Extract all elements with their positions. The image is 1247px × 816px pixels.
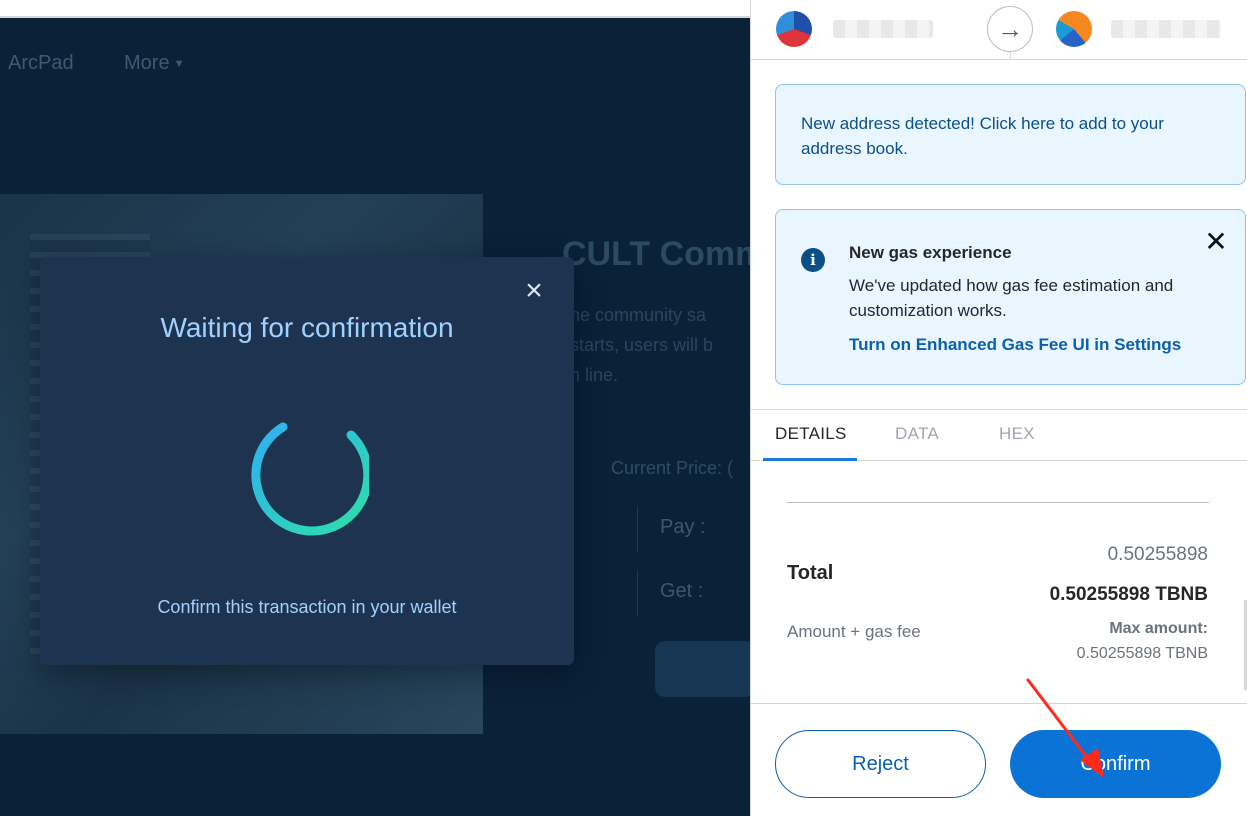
dapp-action-button[interactable]	[655, 641, 750, 697]
waiting-confirmation-modal: × Waiting for confirmation Confirm this …	[40, 257, 574, 665]
loading-spinner-icon	[251, 422, 369, 536]
wallet-footer: Reject Confirm	[751, 703, 1247, 816]
confirm-button[interactable]: Confirm	[1010, 730, 1221, 798]
amount-plus-gas-label: Amount + gas fee	[787, 622, 921, 641]
active-tab-indicator	[763, 458, 857, 461]
total-label: Total	[787, 562, 834, 584]
browser-tab-strip	[0, 0, 750, 18]
close-icon[interactable]: ✕	[1204, 228, 1228, 256]
modal-title: Waiting for confirmation	[160, 312, 454, 343]
reject-button[interactable]: Reject	[775, 730, 986, 798]
info-icon: i	[801, 248, 825, 272]
transaction-tabs: DETAILS DATA HEX	[751, 409, 1247, 461]
nav-link-label: ArcPad	[8, 52, 74, 74]
from-account-name	[833, 20, 933, 38]
project-description-line: n line.	[570, 365, 619, 385]
account-divider	[1010, 52, 1011, 60]
nav-link-more[interactable]: More ▼	[124, 52, 184, 75]
project-title: CULT Comm	[562, 235, 750, 273]
pay-input-row[interactable]: Pay :	[637, 506, 750, 552]
project-description-line: starts, users will b	[570, 335, 714, 355]
max-amount-value: 0.50255898 TBNB	[1076, 645, 1208, 662]
account-transfer-bar: →	[751, 0, 1247, 60]
gas-alert-title: New gas experience	[849, 243, 1012, 262]
total-secondary-value: 0.50255898	[1107, 544, 1208, 565]
new-address-alert-text: New address detected! Click here to add …	[801, 114, 1164, 158]
dapp-background-page: ArcPad More ▼ CULT Comm he community sa s…	[0, 0, 750, 816]
tab-details[interactable]: DETAILS	[775, 424, 847, 444]
total-amount: 0.50255898 TBNB	[1049, 584, 1208, 605]
gas-alert-description: We've updated how gas fee estimation and…	[849, 276, 1174, 320]
wallet-confirm-popup: → New address detected! Click here to ad…	[750, 0, 1247, 816]
gas-experience-alert: i New gas experience We've updated how g…	[775, 209, 1246, 385]
project-description-line: he community sa	[570, 305, 707, 325]
modal-subtitle: Confirm this transaction in your wallet	[157, 597, 457, 617]
enhanced-gas-settings-link[interactable]: Turn on Enhanced Gas Fee UI in Settings	[849, 335, 1181, 355]
arrow-right-icon: →	[987, 6, 1033, 52]
from-account-avatar	[776, 11, 812, 47]
current-price-label: Current Price: (	[611, 458, 734, 478]
get-input-row[interactable]: Get :	[637, 570, 750, 616]
new-address-alert[interactable]: New address detected! Click here to add …	[775, 84, 1246, 185]
to-account-avatar	[1056, 11, 1092, 47]
tab-data[interactable]: DATA	[895, 424, 939, 444]
pay-label: Pay :	[660, 516, 706, 538]
details-divider	[787, 502, 1209, 503]
tab-hex[interactable]: HEX	[999, 424, 1035, 444]
nav-link-label: More	[124, 52, 170, 74]
caret-down-icon: ▼	[173, 57, 185, 70]
nav-link-arcpad[interactable]: ArcPad	[8, 52, 74, 75]
max-amount-label: Max amount:	[1109, 620, 1208, 637]
close-icon[interactable]: ×	[522, 276, 546, 306]
get-label: Get :	[660, 580, 704, 602]
to-account-name	[1111, 20, 1221, 38]
